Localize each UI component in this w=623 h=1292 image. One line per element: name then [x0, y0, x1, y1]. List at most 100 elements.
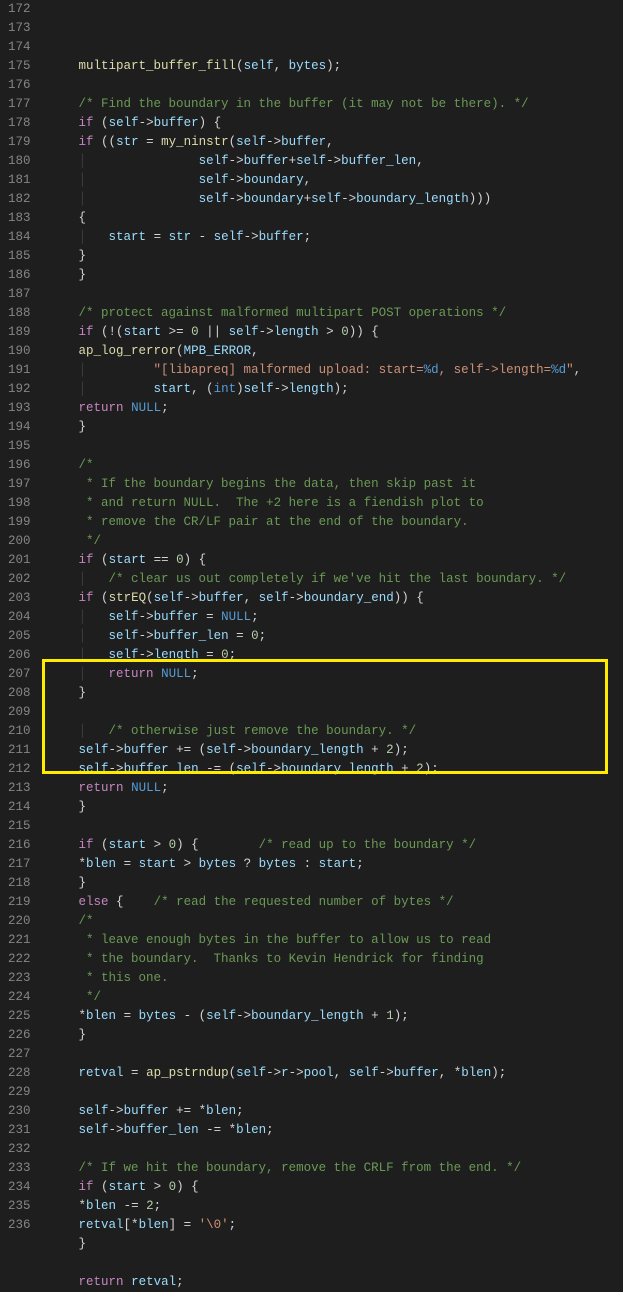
token-num: 0	[191, 325, 199, 339]
token-op: ->	[109, 743, 124, 757]
token-op: =	[199, 610, 222, 624]
code-line[interactable]: else { /* read the requested number of b…	[49, 893, 582, 912]
code-line[interactable]: if (!(start >= 0 || self->length > 0)) {	[49, 323, 582, 342]
code-line[interactable]: }	[49, 798, 582, 817]
code-line[interactable]: */	[49, 532, 582, 551]
code-line[interactable]: * the boundary. Thanks to Kevin Hendrick…	[49, 950, 582, 969]
code-line[interactable]: │ /* otherwise just remove the boundary.…	[49, 722, 582, 741]
code-line[interactable]: │ start = str - self->buffer;	[49, 228, 582, 247]
token-var: self	[311, 192, 341, 206]
code-line[interactable]: * remove the CR/LF pair at the end of th…	[49, 513, 582, 532]
code-line[interactable]	[49, 1254, 582, 1273]
code-line[interactable]: │ self->buffer = NULL;	[49, 608, 582, 627]
code-line[interactable]: {	[49, 209, 582, 228]
code-line[interactable]	[49, 1083, 582, 1102]
code-line[interactable]: if (start == 0) {	[49, 551, 582, 570]
token-g	[49, 496, 79, 510]
token-var: start	[109, 838, 147, 852]
token-g	[49, 857, 79, 871]
code-line[interactable]: │ self->boundary,	[49, 171, 582, 190]
token-kw2: %d	[551, 363, 566, 377]
code-line[interactable]: * leave enough bytes in the buffer to al…	[49, 931, 582, 950]
token-var: r	[281, 1066, 289, 1080]
token-var: buffer	[394, 1066, 439, 1080]
code-line[interactable]	[49, 437, 582, 456]
code-line[interactable]: if ((str = my_ninstr(self->buffer,	[49, 133, 582, 152]
token-var: self	[259, 591, 289, 605]
code-line[interactable]: │ return NULL;	[49, 665, 582, 684]
token-op: (	[176, 344, 184, 358]
token-cmt: /* otherwise just remove the boundary. *…	[109, 724, 417, 738]
code-line[interactable]: *blen = bytes - (self->boundary_length +…	[49, 1007, 582, 1026]
code-line[interactable]	[49, 1045, 582, 1064]
token-g	[49, 344, 79, 358]
code-line[interactable]: }	[49, 247, 582, 266]
code-area[interactable]: multipart_buffer_fill(self, bytes); /* F…	[45, 0, 582, 1292]
token-kw: if	[79, 838, 94, 852]
code-line[interactable]: if (strEQ(self->buffer, self->boundary_e…	[49, 589, 582, 608]
token-op: ;	[266, 1123, 274, 1137]
token-op: ->	[109, 1104, 124, 1118]
code-line[interactable]: /* Find the boundary in the buffer (it m…	[49, 95, 582, 114]
code-line[interactable]: return retval;	[49, 1273, 582, 1292]
token-var: retval	[79, 1066, 124, 1080]
code-line[interactable]: * this one.	[49, 969, 582, 988]
code-line[interactable]	[49, 1140, 582, 1159]
token-kw: if	[79, 553, 94, 567]
code-line[interactable]: return NULL;	[49, 779, 582, 798]
token-var: buffer	[124, 1104, 169, 1118]
token-g	[49, 1161, 79, 1175]
code-line[interactable]: │ self->boundary+self->boundary_length))…	[49, 190, 582, 209]
token-op: ->	[139, 648, 154, 662]
token-num: 0	[251, 629, 259, 643]
code-line[interactable]: * and return NULL. The +2 here is a fien…	[49, 494, 582, 513]
code-line[interactable]: }	[49, 684, 582, 703]
code-line[interactable]: }	[49, 1026, 582, 1045]
code-line[interactable]: multipart_buffer_fill(self, bytes);	[49, 57, 582, 76]
code-line[interactable]: /*	[49, 912, 582, 931]
code-line[interactable]: retval[*blen] = '\0';	[49, 1216, 582, 1235]
code-line[interactable]: self->buffer_len -= *blen;	[49, 1121, 582, 1140]
token-var: buffer	[199, 591, 244, 605]
code-line[interactable]: }	[49, 418, 582, 437]
code-line[interactable]: }	[49, 1235, 582, 1254]
token-op: ->	[139, 629, 154, 643]
token-var: self	[109, 629, 139, 643]
code-line[interactable]: │ self->buffer_len = 0;	[49, 627, 582, 646]
code-line[interactable]: /* If we hit the boundary, remove the CR…	[49, 1159, 582, 1178]
line-number: 172	[8, 0, 31, 19]
code-line[interactable]: *blen = start > bytes ? bytes : start;	[49, 855, 582, 874]
code-line[interactable]: self->buffer_len -= (self->boundary_leng…	[49, 760, 582, 779]
code-line[interactable]	[49, 76, 582, 95]
code-line[interactable]: *blen -= 2;	[49, 1197, 582, 1216]
code-line[interactable]	[49, 703, 582, 722]
code-line[interactable]: * If the boundary begins the data, then …	[49, 475, 582, 494]
code-line[interactable]: if (self->buffer) {	[49, 114, 582, 133]
token-var: buffer	[259, 230, 304, 244]
code-line[interactable]: if (start > 0) {	[49, 1178, 582, 1197]
token-var: self	[199, 192, 229, 206]
code-line[interactable]: return NULL;	[49, 399, 582, 418]
token-var: bytes	[289, 59, 327, 73]
token-g	[49, 211, 79, 225]
code-line[interactable]: /*	[49, 456, 582, 475]
code-editor[interactable]: 1721731741751761771781791801811821831841…	[0, 0, 623, 1292]
token-g	[49, 971, 79, 985]
code-line[interactable]: */	[49, 988, 582, 1007]
code-line[interactable]: │ start, (int)self->length);	[49, 380, 582, 399]
code-line[interactable]: retval = ap_pstrndup(self->r->pool, self…	[49, 1064, 582, 1083]
code-line[interactable]	[49, 285, 582, 304]
code-line[interactable]: /* protect against malformed multipart P…	[49, 304, 582, 323]
code-line[interactable]: │ /* clear us out completely if we've hi…	[49, 570, 582, 589]
token-var: bytes	[139, 1009, 177, 1023]
code-line[interactable]: self->buffer += *blen;	[49, 1102, 582, 1121]
code-line[interactable]: ap_log_rerror(MPB_ERROR,	[49, 342, 582, 361]
code-line[interactable]: │ self->buffer+self->buffer_len,	[49, 152, 582, 171]
code-line[interactable]: │ "[libapreq] malformed upload: start=%d…	[49, 361, 582, 380]
code-line[interactable]: }	[49, 874, 582, 893]
code-line[interactable]: if (start > 0) { /* read up to the bound…	[49, 836, 582, 855]
code-line[interactable]	[49, 817, 582, 836]
code-line[interactable]: self->buffer += (self->boundary_length +…	[49, 741, 582, 760]
code-line[interactable]: │ self->length = 0;	[49, 646, 582, 665]
code-line[interactable]: }	[49, 266, 582, 285]
